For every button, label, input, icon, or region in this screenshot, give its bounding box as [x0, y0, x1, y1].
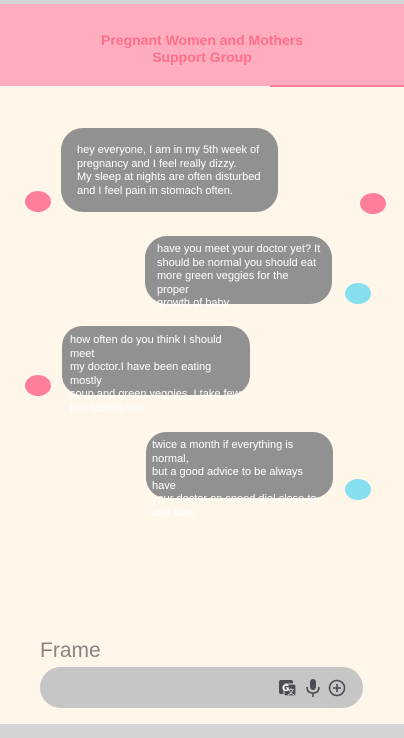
message-bubble: have you meet your doctor yet? It should…: [145, 236, 332, 309]
sender-avatar: [360, 193, 386, 214]
frame-label: Frame: [40, 639, 101, 662]
chat-screen: Pregnant Women and Mothers Support Group…: [0, 4, 404, 724]
microphone-icon[interactable]: [302, 677, 324, 699]
svg-text:文: 文: [288, 687, 295, 696]
message-bubble: how often do you think I should meet my …: [62, 326, 250, 414]
receiver-avatar: [345, 479, 371, 500]
receiver-avatar: [345, 283, 371, 304]
system-nav-bar: [0, 724, 404, 738]
message-bubble: hey everyone, I am in my 5th week of pre…: [61, 128, 278, 212]
translate-icon[interactable]: G 文: [277, 677, 299, 699]
message-input[interactable]: G 文: [40, 667, 363, 708]
header-bar: Pregnant Women and Mothers Support Group: [0, 4, 404, 86]
add-circle-icon[interactable]: [326, 677, 348, 699]
page-title: Pregnant Women and Mothers Support Group: [101, 32, 303, 65]
sender-avatar: [25, 375, 51, 396]
message-bubble: twice a month if everything is normal, b…: [146, 432, 333, 519]
sender-avatar: [25, 191, 51, 212]
header-underline: [270, 85, 404, 87]
